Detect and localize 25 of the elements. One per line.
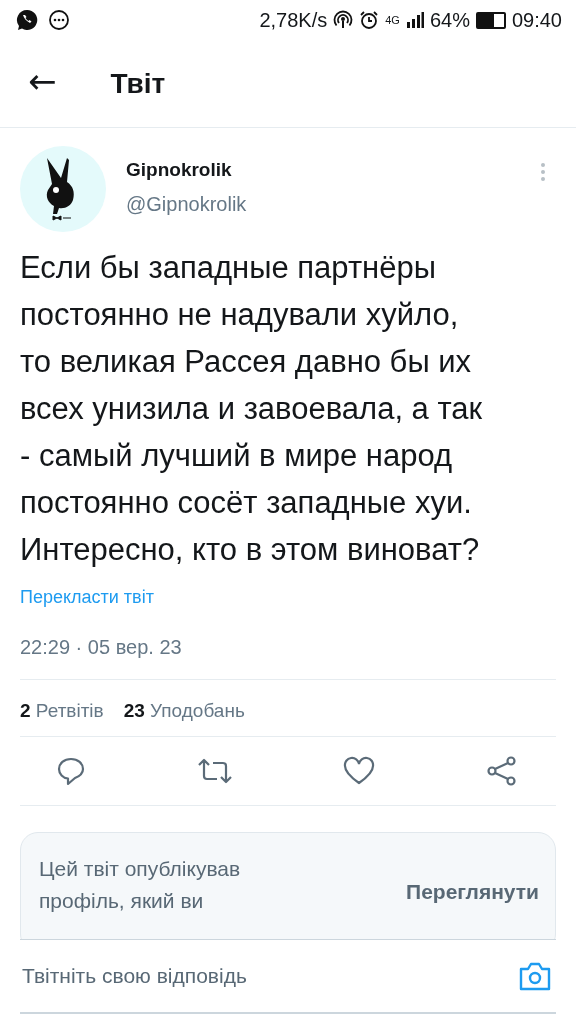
hotspot-icon xyxy=(333,10,354,30)
reply-icon[interactable] xyxy=(56,756,86,786)
share-icon[interactable] xyxy=(485,755,518,787)
reply-input-field[interactable]: Твітніть свою відповідь xyxy=(20,963,518,989)
battery-icon xyxy=(475,11,506,29)
battery-percent: 64% xyxy=(429,8,470,32)
more-icon xyxy=(48,9,70,31)
blocked-notice-text: Цей твіт опублікував профіль, який ви xyxy=(39,856,242,914)
network-type: 4G xyxy=(385,14,400,26)
network-speed: 2,78K/s xyxy=(259,8,328,32)
tweet-timestamp: 22:29 · 05 вер. 23 xyxy=(20,636,556,680)
author-handle[interactable]: @Gipnokrolik xyxy=(126,192,247,216)
stat-link[interactable]: 23 Уподобань xyxy=(123,700,245,722)
clock: 09:40 xyxy=(511,8,562,32)
view-button[interactable]: Переглянути xyxy=(406,880,539,904)
tweet-text: Если бы западные партнёры постоянно не надували хуйло, то великая Рассея давно бы их всех унизила и завоевала, а так - самый лучший в мире народ постоянно сосёт западные хуи. Интересно, кто в этом виноват? xyxy=(20,249,484,569)
alarm-icon xyxy=(359,10,380,30)
stat-link[interactable]: 2 Ретвітів xyxy=(20,700,104,722)
signal-icon xyxy=(405,11,424,29)
back-button[interactable]: ← xyxy=(0,60,73,107)
camera-icon[interactable] xyxy=(518,960,552,992)
author-name[interactable]: Gipnokrolik xyxy=(126,158,247,181)
heart-icon[interactable] xyxy=(343,756,376,786)
page-title: Твіт xyxy=(110,67,166,100)
retweet-icon[interactable] xyxy=(196,756,233,786)
